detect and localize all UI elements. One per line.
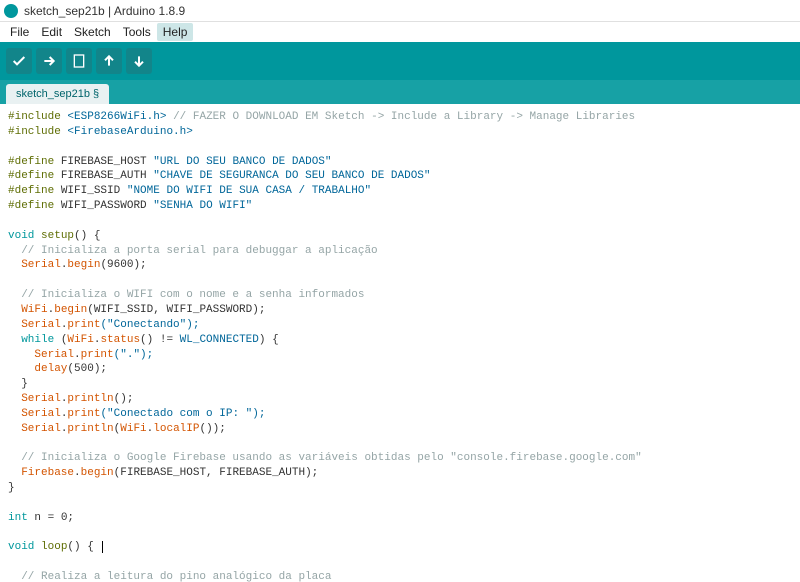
arduino-app-icon bbox=[4, 4, 18, 18]
arrow-right-icon bbox=[41, 53, 57, 69]
save-button[interactable] bbox=[126, 48, 152, 74]
window-title: sketch_sep21b | Arduino 1.8.9 bbox=[24, 4, 185, 18]
open-button[interactable] bbox=[96, 48, 122, 74]
menu-help[interactable]: Help bbox=[157, 23, 194, 41]
upload-button[interactable] bbox=[36, 48, 62, 74]
menubar: File Edit Sketch Tools Help bbox=[0, 22, 800, 42]
arrow-down-icon bbox=[131, 53, 147, 69]
tabbar: sketch_sep21b § bbox=[0, 80, 800, 104]
arrow-up-icon bbox=[101, 53, 117, 69]
cursor-caret bbox=[102, 541, 103, 553]
menu-edit[interactable]: Edit bbox=[35, 23, 68, 41]
titlebar: sketch_sep21b | Arduino 1.8.9 bbox=[0, 0, 800, 22]
new-button[interactable] bbox=[66, 48, 92, 74]
code-content[interactable]: #include <ESP8266WiFi.h> // FAZER O DOWN… bbox=[8, 110, 792, 582]
verify-button[interactable] bbox=[6, 48, 32, 74]
new-file-icon bbox=[71, 53, 87, 69]
code-editor[interactable]: #include <ESP8266WiFi.h> // FAZER O DOWN… bbox=[0, 104, 800, 582]
toolbar bbox=[0, 42, 800, 80]
check-icon bbox=[11, 53, 27, 69]
menu-file[interactable]: File bbox=[4, 23, 35, 41]
menu-sketch[interactable]: Sketch bbox=[68, 23, 117, 41]
menu-tools[interactable]: Tools bbox=[117, 23, 157, 41]
tab-sketch[interactable]: sketch_sep21b § bbox=[6, 84, 109, 104]
